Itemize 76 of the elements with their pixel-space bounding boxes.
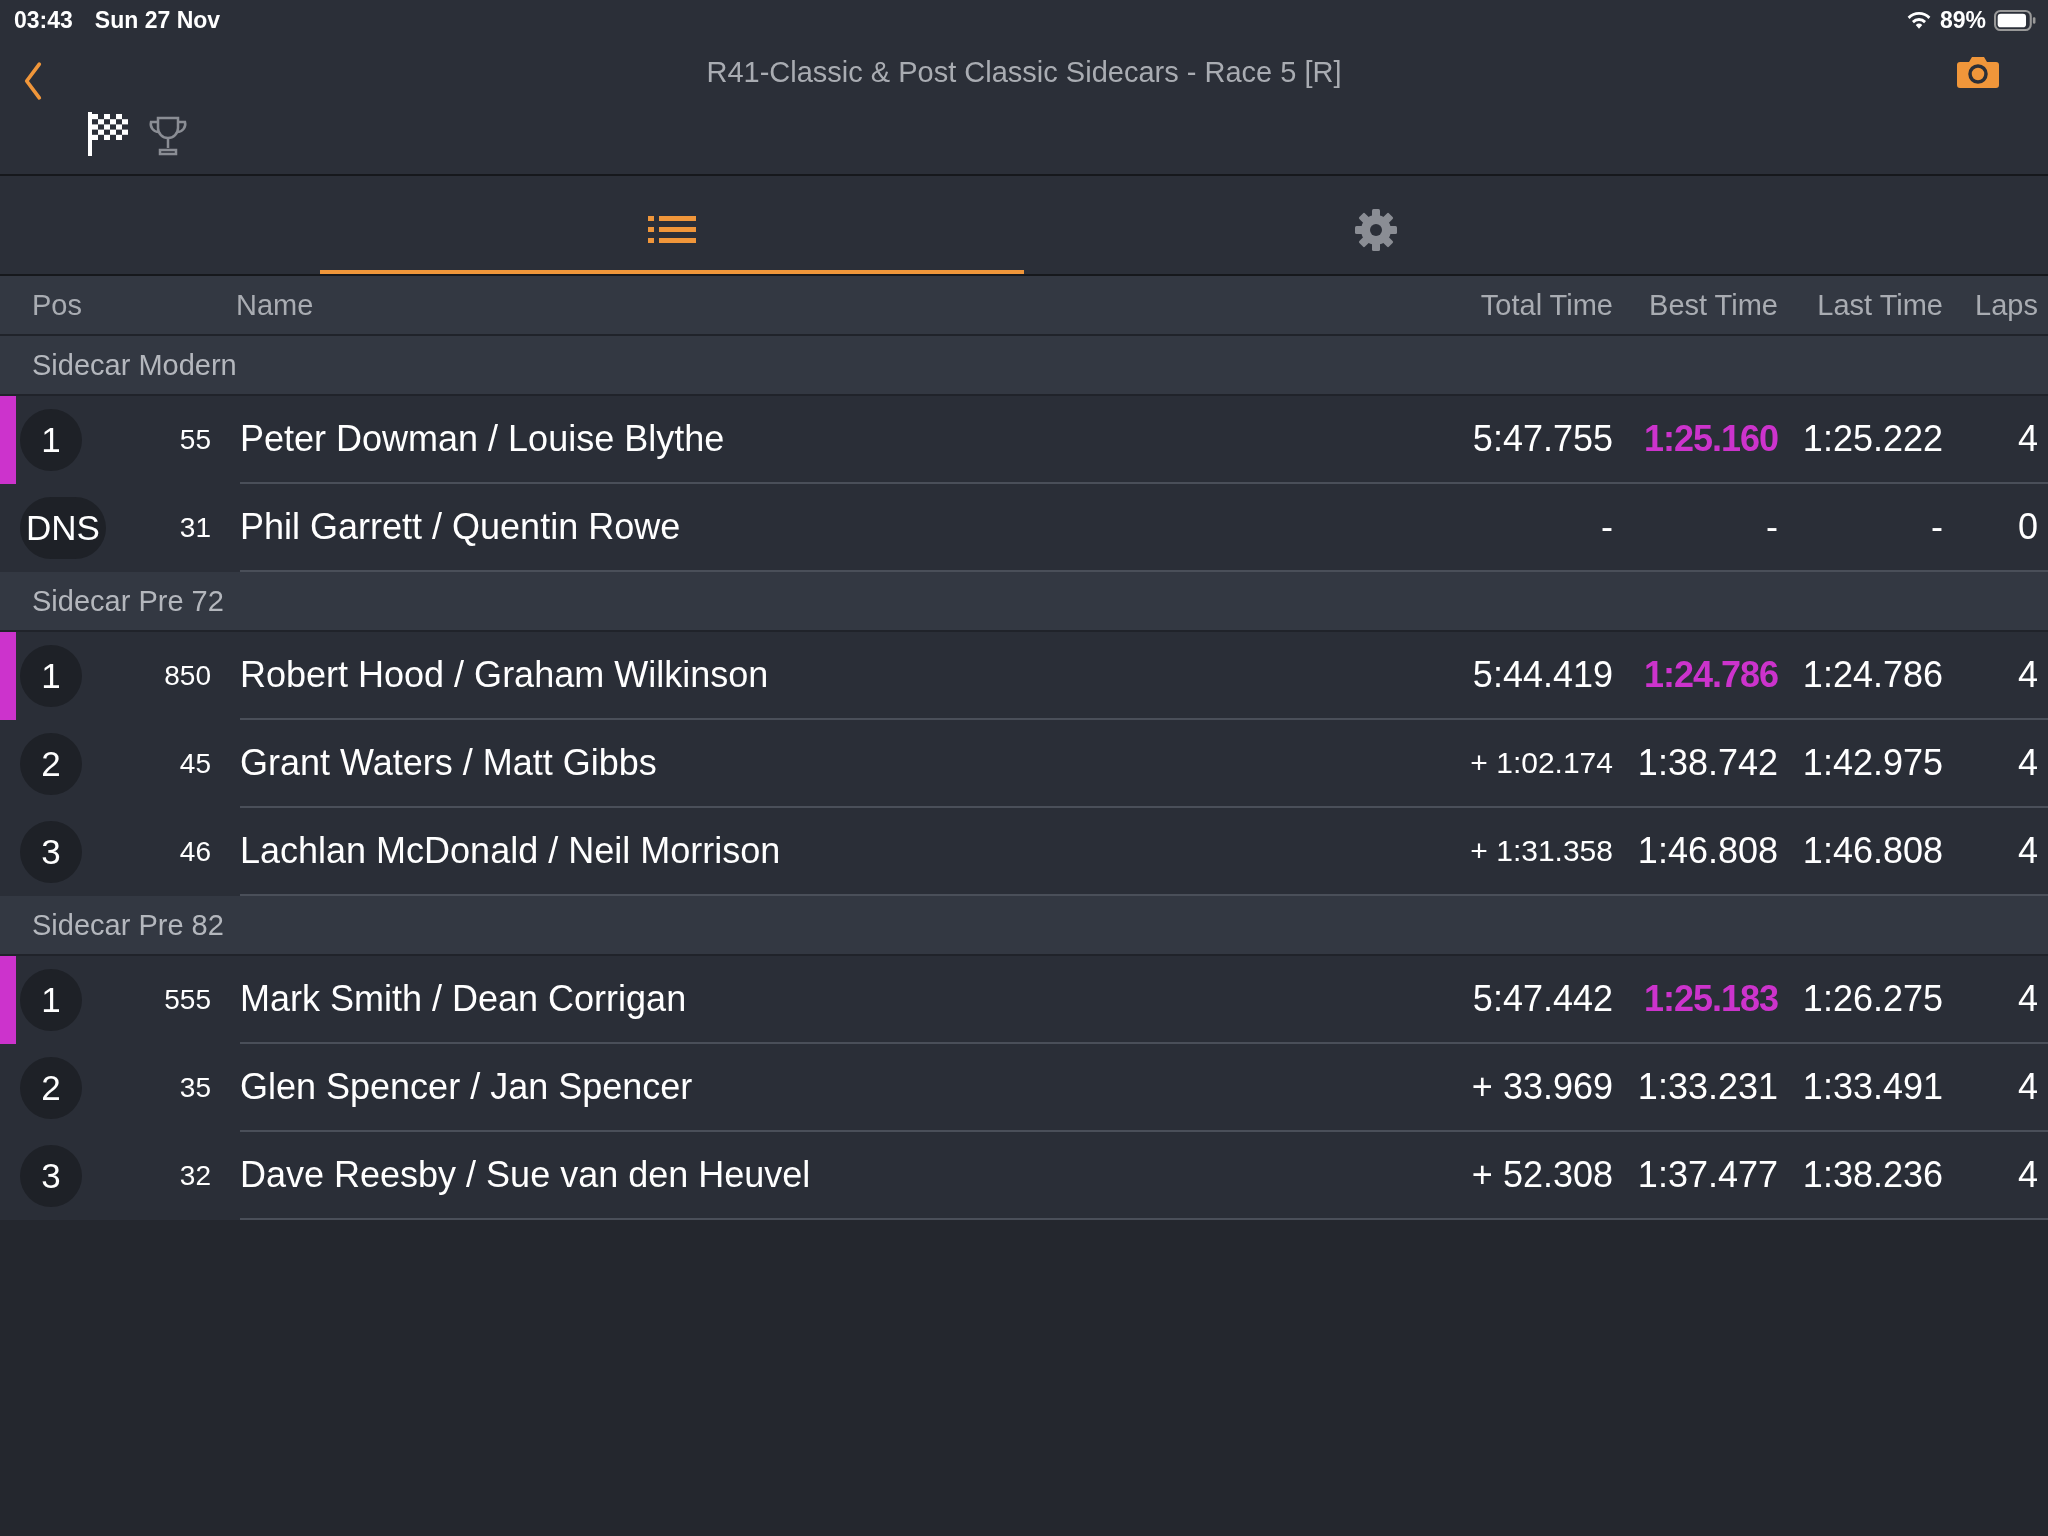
total-time: 5:47.442 <box>1471 978 1613 1020</box>
last-time: 1:38.236 <box>1801 1154 1943 1196</box>
race-title: R41-Classic & Post Classic Sidecars - Race 5 [R] <box>706 56 1342 89</box>
last-time: - <box>1930 506 1943 548</box>
position-badge: 2 <box>20 733 82 795</box>
battery-percent: 89% <box>1939 6 1986 34</box>
total-time: 5:47.755 <box>1471 418 1613 460</box>
best-time: 1:33.231 <box>1636 1066 1778 1108</box>
competitor-name: Robert Hood / Graham Wilkinson <box>240 654 770 696</box>
position-badge: 3 <box>20 821 82 883</box>
wifi-icon <box>1905 10 1932 30</box>
column-header: Name <box>236 288 315 322</box>
status-time: 03:43 <box>14 6 73 34</box>
position-badge: 1 <box>20 969 82 1031</box>
laps-count: 4 <box>2016 1154 2038 1196</box>
race-number: 55 <box>178 424 211 456</box>
race-number: 32 <box>178 1160 211 1192</box>
race-number: 45 <box>178 748 211 780</box>
best-time: 1:46.808 <box>1636 830 1778 872</box>
best-time: 1:24.786 <box>1642 654 1778 696</box>
column-header: Laps <box>1974 288 2038 322</box>
laps-count: 4 <box>2016 1066 2038 1108</box>
total-time: + 52.308 <box>1470 1154 1613 1196</box>
checkered-flag-icon[interactable] <box>86 110 130 158</box>
last-time: 1:46.808 <box>1801 830 1943 872</box>
last-time: 1:33.491 <box>1801 1066 1943 1108</box>
total-time: + 1:02.174 <box>1469 746 1613 780</box>
competitor-name: Grant Waters / Matt Gibbs <box>240 742 658 784</box>
settings-icon <box>1354 208 1398 252</box>
position-badge: DNS <box>20 497 106 559</box>
column-header: Pos <box>32 288 83 322</box>
total-time: + 1:31.358 <box>1469 834 1613 868</box>
competitor-name: Dave Reesby / Sue van den Heuvel <box>240 1154 812 1196</box>
class-header: Sidecar Modern <box>0 336 2048 396</box>
status-date: Sun 27 Nov <box>94 6 221 34</box>
total-time: 5:44.419 <box>1471 654 1613 696</box>
competitor-name: Lachlan McDonald / Neil Morrison <box>240 830 782 872</box>
total-time: + 33.969 <box>1470 1066 1613 1108</box>
laps-count: 0 <box>2016 506 2038 548</box>
laps-count: 4 <box>2016 742 2038 784</box>
last-time: 1:24.786 <box>1801 654 1943 696</box>
laps-count: 4 <box>2016 830 2038 872</box>
race-number: 555 <box>163 984 211 1016</box>
race-number: 31 <box>178 512 211 544</box>
race-number: 850 <box>163 660 211 692</box>
race-number: 35 <box>178 1072 211 1104</box>
laps-count: 4 <box>2016 654 2038 696</box>
competitor-name: Phil Garrett / Quentin Rowe <box>240 506 682 548</box>
best-time: 1:37.477 <box>1636 1154 1778 1196</box>
back-button[interactable] <box>22 60 44 102</box>
camera-button[interactable] <box>1956 54 2000 90</box>
total-time: - <box>1600 506 1613 548</box>
position-badge: 1 <box>20 409 82 471</box>
position-badge: 2 <box>20 1057 82 1119</box>
competitor-name: Peter Dowman / Louise Blythe <box>240 418 726 460</box>
race-number: 46 <box>178 836 211 868</box>
battery-icon <box>1994 9 2036 31</box>
position-badge: 3 <box>20 1145 82 1207</box>
competitor-name: Mark Smith / Dean Corrigan <box>240 978 688 1020</box>
column-header: Total Time <box>1479 288 1613 322</box>
last-time: 1:42.975 <box>1801 742 1943 784</box>
last-time: 1:25.222 <box>1801 418 1943 460</box>
last-time: 1:26.275 <box>1801 978 1943 1020</box>
laps-count: 4 <box>2016 418 2038 460</box>
competitor-name: Glen Spencer / Jan Spencer <box>240 1066 694 1108</box>
column-header: Last Time <box>1816 288 1943 322</box>
column-header: Best Time <box>1648 288 1778 322</box>
position-badge: 1 <box>20 645 82 707</box>
class-header: Sidecar Pre 82 <box>0 896 2048 956</box>
best-time: 1:25.160 <box>1642 418 1778 460</box>
laps-count: 4 <box>2016 978 2038 1020</box>
best-time: - <box>1765 506 1778 548</box>
best-time: 1:38.742 <box>1636 742 1778 784</box>
best-time: 1:25.183 <box>1642 978 1778 1020</box>
class-header: Sidecar Pre 72 <box>0 572 2048 632</box>
list-icon <box>647 214 697 246</box>
